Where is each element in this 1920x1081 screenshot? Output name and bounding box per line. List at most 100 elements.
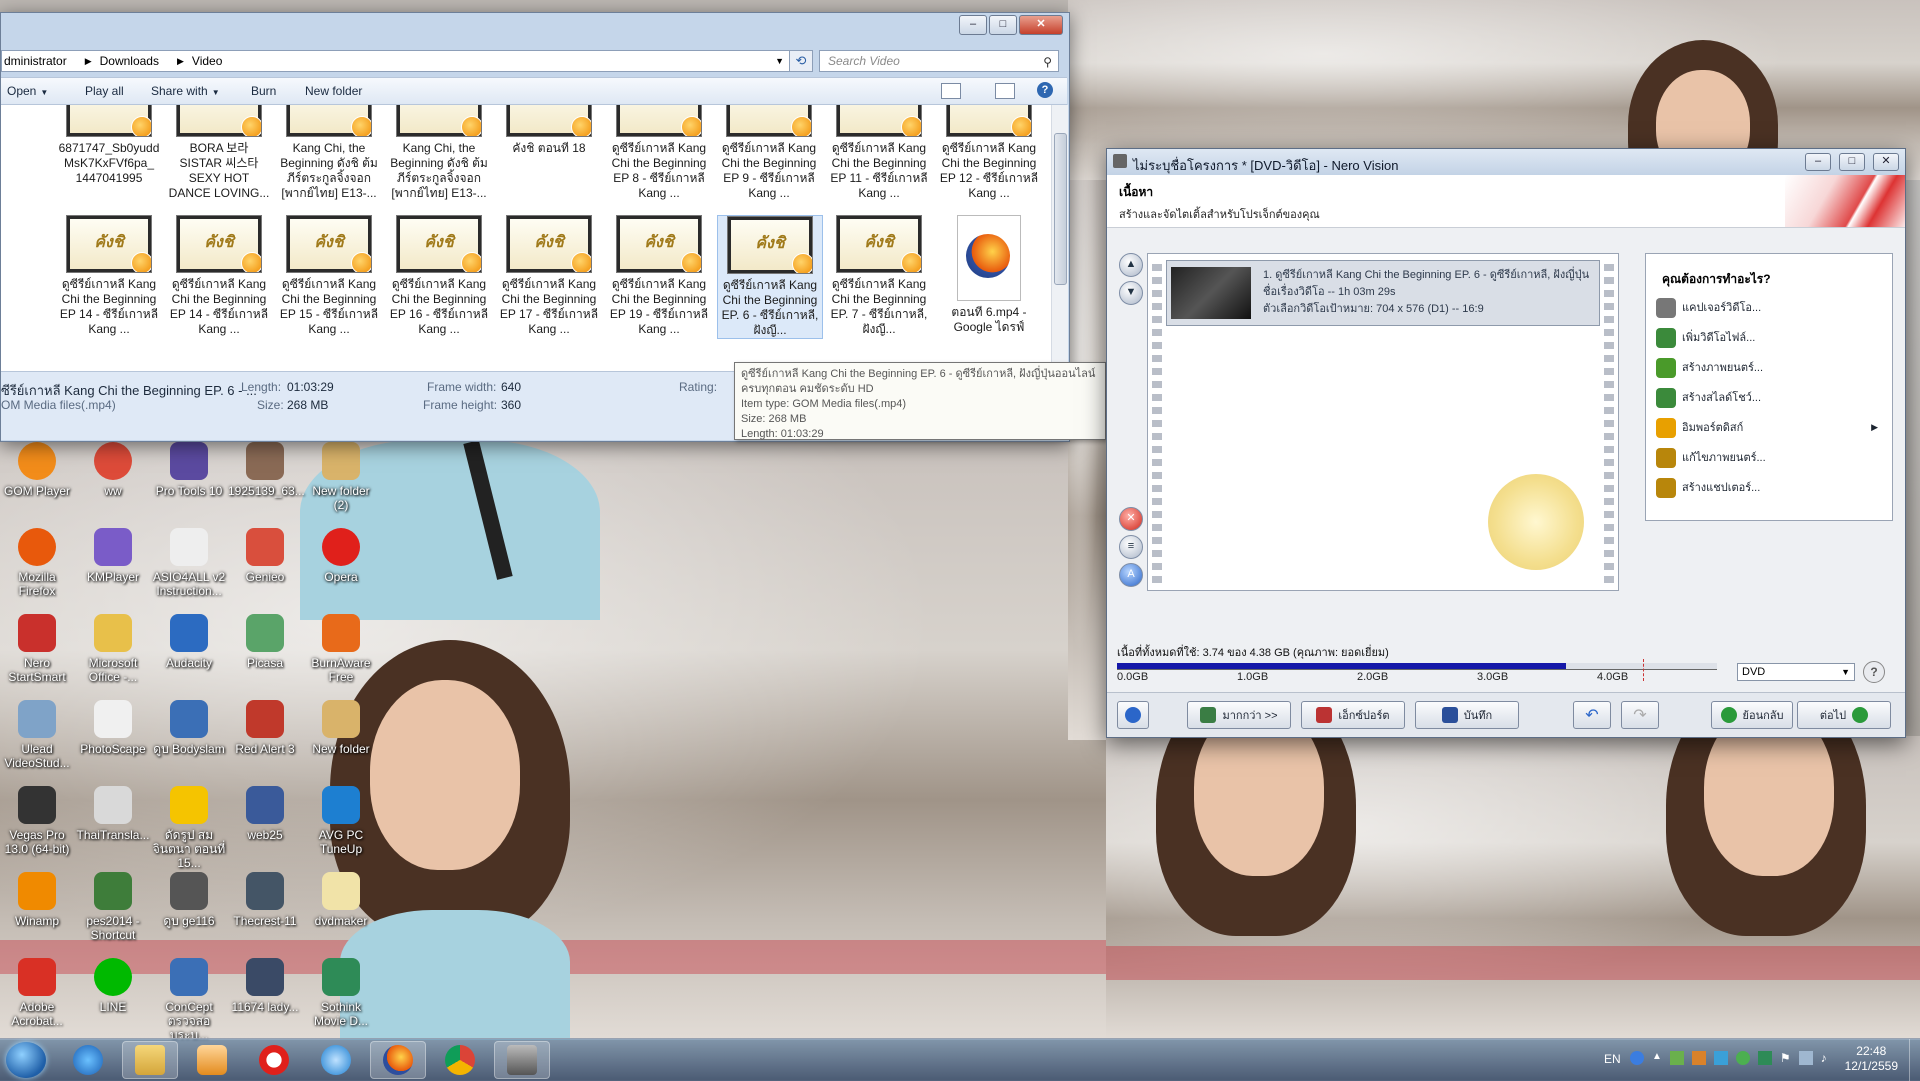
properties-button[interactable]: ≡ (1119, 535, 1143, 559)
open-button[interactable]: Open ▼ (7, 84, 48, 98)
file-item[interactable]: คังชิ ดูซีรีย์เกาหลี Kang Chi the Beginni… (167, 215, 271, 337)
start-button[interactable] (6, 1042, 46, 1078)
maximize-button[interactable]: □ (989, 15, 1017, 35)
chevron-down-icon[interactable]: ▼ (775, 56, 784, 66)
desktop-icon[interactable]: Ulead VideoStud... (0, 700, 74, 770)
desktop-icon[interactable]: LINE (76, 958, 150, 1014)
tray-icon[interactable] (1735, 1051, 1750, 1065)
file-item[interactable]: คังชิ ดูซีรีย์เกาหลี Kang Chi the Beginni… (387, 215, 491, 337)
desktop-icon[interactable]: Red Alert 3 (228, 700, 302, 756)
action-menu-item[interactable]: แก้ไขภาพยนตร์... (1656, 448, 1882, 474)
desktop-icon[interactable]: Sothink Movie D... (304, 958, 378, 1028)
desktop-icon[interactable]: ดูบ Bodyslam (152, 700, 226, 756)
desktop-icon[interactable]: Winamp (0, 872, 74, 928)
desktop-icon[interactable]: Adobe Acrobat... (0, 958, 74, 1028)
clock[interactable]: 22:48 12/1/2559 (1845, 1044, 1898, 1074)
action-menu-item[interactable]: สร้างภาพยนตร์... (1656, 358, 1882, 384)
file-item[interactable]: คังชิ ดูซีรีย์เกาหลี Kang Chi the Beginni… (497, 215, 601, 337)
desktop-icon[interactable]: dvdmaker (304, 872, 378, 928)
breadcrumb-arrow-icon[interactable]: ▶ (177, 56, 184, 67)
tray-icon[interactable] (1713, 1051, 1728, 1065)
file-item[interactable]: คังชิ ดูซีรีย์เกาหลี Kang Chi the Beginni… (827, 215, 931, 337)
scrollbar-thumb[interactable] (1054, 133, 1067, 285)
action-menu-item[interactable]: สร้างแชปเตอร์... (1656, 478, 1882, 504)
desktop-icon[interactable]: 1925139_63... (228, 442, 305, 498)
breadcrumb-item[interactable]: dministrator (4, 54, 67, 68)
file-item[interactable]: คังชิ ดูซีรีย์เกาหลี Kang Chi the Beginni… (717, 215, 823, 339)
desktop-icon[interactable]: Thecrest-11 (228, 872, 302, 928)
address-bar[interactable]: dministrator ▶ Downloads ▶ Video ▼ (1, 50, 791, 72)
desktop-icon[interactable]: Pro Tools 10 (152, 442, 226, 498)
action-menu-item[interactable]: อิมพอร์ตดิสก์ ▶ (1656, 418, 1882, 444)
close-button[interactable]: ✕ (1019, 15, 1063, 35)
tray-icon[interactable] (1669, 1051, 1684, 1065)
desktop-icon[interactable]: Mozilla Firefox (0, 528, 74, 598)
action-menu-item[interactable]: เพิ่มวิดีโอไฟล์... (1656, 328, 1882, 354)
file-item[interactable]: ดูซีรีย์เกาหลี Kang Chi the Beginning EP… (827, 105, 931, 201)
auto-button[interactable]: A (1119, 563, 1143, 587)
burn-button[interactable]: Burn (251, 84, 276, 98)
show-hidden-icons[interactable]: ▲ (1652, 1051, 1662, 1065)
desktop-icon[interactable]: PhotoScape (76, 700, 150, 756)
file-item[interactable]: ดูซีรีย์เกาหลี Kang Chi the Beginning EP… (937, 105, 1041, 201)
breadcrumb-item[interactable]: Video (192, 54, 222, 68)
desktop-icon[interactable]: New folder (304, 700, 378, 756)
vertical-scrollbar[interactable] (1051, 105, 1068, 371)
desktop-icon[interactable]: pes2014 - Shortcut (76, 872, 150, 942)
file-item[interactable]: คังชิ ดูซีรีย์เกาหลี Kang Chi the Beginni… (57, 215, 161, 337)
taskbar-nero-vision[interactable] (494, 1041, 550, 1079)
redo-button[interactable]: ↷ (1621, 701, 1659, 729)
desktop-icon[interactable]: ThaiTransla... (76, 786, 150, 842)
file-item[interactable]: ดูซีรีย์เกาหลี Kang Chi the Beginning EP… (607, 105, 711, 201)
refresh-button[interactable]: ⟲ (789, 50, 813, 72)
file-item[interactable]: ตอนที่ 6.mp4 - Google ไดรฟ์ (937, 215, 1041, 335)
taskbar-firefox[interactable] (370, 1041, 426, 1079)
file-item[interactable]: คังชิ ดูซีรีย์เกาหลี Kang Chi the Beginni… (607, 215, 711, 337)
taskbar-media-player[interactable] (184, 1041, 240, 1079)
minimize-button[interactable]: – (1805, 153, 1831, 171)
volume-icon[interactable]: ♪ (1821, 1051, 1827, 1065)
taskbar-explorer[interactable] (122, 1041, 178, 1079)
desktop-icon[interactable]: Audacity (152, 614, 226, 670)
back-button[interactable]: ย้อนกลับ (1711, 701, 1793, 729)
taskbar-avg[interactable] (308, 1041, 364, 1079)
preview-pane-icon[interactable] (995, 83, 1015, 99)
nero-vision-window[interactable]: ไม่ระบุชื่อโครงการ * [DVD-วิดีโอ] - Nero… (1106, 148, 1906, 738)
file-list[interactable]: 6871747_Sb0yudd MsK7KxFVf6pa_ 1447041995… (1, 105, 1051, 371)
tray-icon[interactable] (1757, 1051, 1772, 1065)
search-icon[interactable]: ⚲ (1043, 52, 1052, 72)
close-button[interactable]: ✕ (1873, 153, 1899, 171)
desktop-icon[interactable]: Nero StartSmart (0, 614, 74, 684)
desktop-icon[interactable]: Vegas Pro 13.0 (64-bit) (0, 786, 74, 856)
desktop-icon[interactable]: ConCept ตรวจสอบระบ... (152, 958, 226, 1042)
file-item[interactable]: คังชิ ดูซีรีย์เกาหลี Kang Chi the Beginni… (277, 215, 381, 337)
desktop-icon[interactable]: ww (76, 442, 150, 498)
search-input[interactable]: Search Video ⚲ (819, 50, 1059, 72)
file-item[interactable]: Kang Chi, the Beginning ดังชิ ต้มภีร์ตระ… (387, 105, 491, 201)
nero-titlebar[interactable]: ไม่ระบุชื่อโครงการ * [DVD-วิดีโอ] - Nero… (1107, 149, 1905, 175)
change-view-icon[interactable] (941, 83, 961, 99)
help-button[interactable] (1117, 701, 1149, 729)
desktop-icon[interactable]: GOM Player (0, 442, 74, 498)
breadcrumb-item[interactable]: Downloads (100, 54, 159, 68)
help-tray-icon[interactable] (1630, 1051, 1644, 1065)
file-item[interactable]: Kang Chi, the Beginning ดังชิ ต้มภีร์ตระ… (277, 105, 381, 201)
desktop-icon[interactable]: 11674 lady... (228, 958, 302, 1014)
desktop-icon[interactable]: New folder (2) (304, 442, 378, 512)
desktop-icon[interactable]: KMPlayer (76, 528, 150, 584)
next-button[interactable]: ต่อไป (1797, 701, 1891, 729)
move-up-button[interactable]: ▲ (1119, 253, 1143, 277)
maximize-button[interactable]: □ (1839, 153, 1865, 171)
save-button[interactable]: บันทึก (1415, 701, 1519, 729)
network-icon[interactable] (1798, 1051, 1813, 1065)
flag-icon[interactable]: ⚑ (1780, 1051, 1791, 1065)
desktop-icon[interactable]: Picasa (228, 614, 302, 670)
desktop-icon[interactable]: Genieo (228, 528, 302, 584)
undo-button[interactable]: ↶ (1573, 701, 1611, 729)
capacity-help-icon[interactable]: ? (1863, 661, 1885, 683)
more-button[interactable]: มากกว่า >> (1187, 701, 1291, 729)
action-menu-item[interactable]: แคปเจอร์วิดีโอ... (1656, 298, 1882, 324)
share-with-button[interactable]: Share with ▼ (151, 84, 220, 98)
desktop-icon[interactable]: Opera (304, 528, 378, 584)
file-item[interactable]: 6871747_Sb0yudd MsK7KxFVf6pa_ 1447041995 (57, 105, 161, 186)
